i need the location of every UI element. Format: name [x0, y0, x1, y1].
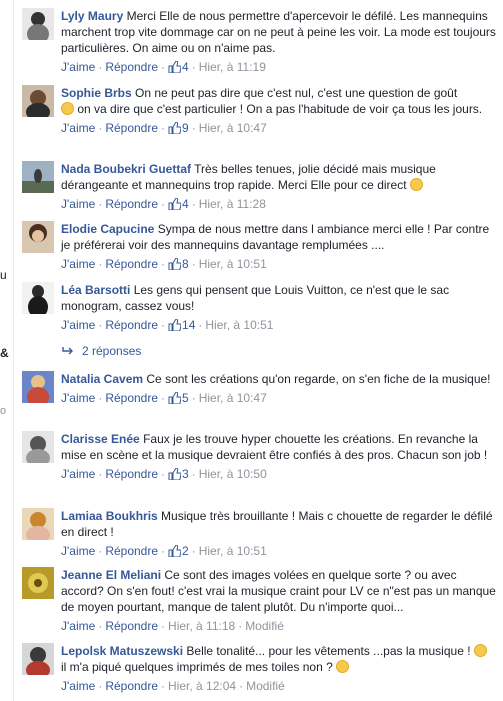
- smiley-emoji-icon: [473, 644, 487, 657]
- reply-link[interactable]: Répondre: [105, 60, 158, 74]
- comment-actions: J'aime · Répondre · 4 · Hier, à 11:28: [61, 197, 266, 211]
- comment-time[interactable]: Hier, à 10:47: [199, 391, 267, 405]
- edited-label[interactable]: Modifié: [245, 619, 284, 633]
- like-count[interactable]: 8: [168, 257, 189, 271]
- comment-time[interactable]: Hier, à 11:28: [199, 197, 266, 211]
- comment-author[interactable]: Lyly Maury: [61, 9, 123, 23]
- edge-fragment: u: [0, 268, 7, 282]
- reply-arrow-icon: [62, 347, 73, 355]
- thumbs-up-icon: [168, 319, 182, 331]
- comment-actions: J'aime · Répondre · 2 · Hier, à 10:51: [61, 544, 267, 558]
- like-link[interactable]: J'aime: [61, 544, 95, 558]
- comment-actions: J'aime · Répondre · 8 · Hier, à 10:51: [61, 257, 267, 271]
- avatar[interactable]: [22, 282, 54, 314]
- comment-time[interactable]: Hier, à 11:19: [199, 60, 266, 74]
- avatar[interactable]: [22, 508, 54, 540]
- thumbs-up-icon: [168, 198, 182, 210]
- comment-time[interactable]: Hier, à 10:47: [199, 121, 267, 135]
- comment-actions: J'aime · Répondre · Hier, à 12:04 · Modifié: [61, 679, 285, 693]
- thumbs-up-icon: [168, 61, 182, 73]
- thumbs-up-icon: [168, 392, 182, 404]
- like-link[interactable]: J'aime: [61, 619, 95, 633]
- comment-actions: J'aime · Répondre · 5 · Hier, à 10:47: [61, 391, 267, 405]
- comment-actions: J'aime · Répondre · 9 · Hier, à 10:47: [61, 121, 267, 135]
- avatar[interactable]: [22, 371, 54, 403]
- edited-label[interactable]: Modifié: [246, 679, 285, 693]
- edge-fragment: &: [0, 346, 9, 360]
- like-link[interactable]: J'aime: [61, 391, 95, 405]
- comment-author[interactable]: Elodie Capucine: [61, 222, 154, 236]
- like-link[interactable]: J'aime: [61, 467, 95, 481]
- like-link[interactable]: J'aime: [61, 60, 95, 74]
- like-count[interactable]: 3: [168, 467, 189, 481]
- comment-author[interactable]: Lamiaa Boukhris: [61, 509, 158, 523]
- comment-time[interactable]: Hier, à 10:50: [199, 467, 267, 481]
- blush-emoji-icon: [336, 660, 350, 673]
- comment-time[interactable]: Hier, à 10:51: [199, 544, 267, 558]
- comment-author[interactable]: Jeanne El Meliani: [61, 568, 161, 582]
- comment-author[interactable]: Sophie Brbs: [61, 86, 132, 100]
- reply-link[interactable]: Répondre: [105, 257, 158, 271]
- avatar[interactable]: [22, 221, 54, 253]
- comment-author[interactable]: Clarisse Enée: [61, 432, 140, 446]
- avatar[interactable]: [22, 643, 54, 675]
- reply-link[interactable]: Répondre: [105, 679, 158, 693]
- like-link[interactable]: J'aime: [61, 197, 95, 211]
- comment-text: Merci Elle de nous permettre d'apercevoi…: [61, 9, 496, 55]
- comment-text: il m'a piqué quelques imprimés de mes to…: [61, 660, 333, 674]
- edge-fragment: o: [0, 405, 7, 417]
- comment-author[interactable]: Nada Boubekri Guettaf: [61, 162, 191, 176]
- comment-text: on va dire que c'est particulier ! On a …: [77, 102, 483, 116]
- like-count[interactable]: 2: [168, 544, 189, 558]
- avatar[interactable]: [22, 431, 54, 463]
- reply-link[interactable]: Répondre: [105, 197, 158, 211]
- thumbs-up-icon: [168, 545, 182, 557]
- comment-text: On ne peut pas dire que c'est nul, c'est…: [135, 86, 458, 100]
- thumbs-up-icon: [168, 258, 182, 270]
- thumbs-up-icon: [168, 122, 182, 134]
- reply-link[interactable]: Répondre: [105, 467, 158, 481]
- like-count[interactable]: 9: [168, 121, 189, 135]
- comment-time[interactable]: Hier, à 10:51: [199, 257, 267, 271]
- avatar[interactable]: [22, 567, 54, 599]
- comment-time[interactable]: Hier, à 11:18: [168, 619, 235, 633]
- thumbs-up-icon: [168, 468, 182, 480]
- like-count[interactable]: 4: [168, 197, 189, 211]
- comment-author[interactable]: Natalia Cavem: [61, 372, 143, 386]
- avatar[interactable]: [22, 161, 54, 193]
- reply-link[interactable]: Répondre: [105, 121, 158, 135]
- like-link[interactable]: J'aime: [61, 257, 95, 271]
- comment-author[interactable]: Lepolsk Matuszewski: [61, 644, 183, 658]
- comment-actions: J'aime · Répondre · 4 · Hier, à 11:19: [61, 60, 266, 74]
- comment-text: Belle tonalité... pour les vêtements ...…: [186, 644, 471, 658]
- like-link[interactable]: J'aime: [61, 318, 95, 332]
- reply-link[interactable]: Répondre: [105, 318, 158, 332]
- comment-time[interactable]: Hier, à 10:51: [205, 318, 273, 332]
- view-replies-link[interactable]: 2 réponses: [62, 343, 141, 359]
- comment-actions: J'aime · Répondre · 3 · Hier, à 10:50: [61, 467, 267, 481]
- comment-actions: J'aime · Répondre · Hier, à 11:18 · Modifié: [61, 619, 284, 633]
- like-count[interactable]: 14: [168, 318, 195, 332]
- comment-actions: J'aime · Répondre · 14 · Hier, à 10:51: [61, 318, 274, 332]
- like-count[interactable]: 5: [168, 391, 189, 405]
- reply-link[interactable]: Répondre: [105, 391, 158, 405]
- reply-link[interactable]: Répondre: [105, 619, 158, 633]
- avatar[interactable]: [22, 8, 54, 40]
- smiley-emoji-icon: [409, 178, 423, 191]
- like-count[interactable]: 4: [168, 60, 189, 74]
- comment-time[interactable]: Hier, à 12:04: [168, 679, 236, 693]
- like-link[interactable]: J'aime: [61, 121, 95, 135]
- avatar[interactable]: [22, 85, 54, 117]
- smiley-emoji-icon: [61, 102, 74, 115]
- reply-link[interactable]: Répondre: [105, 544, 158, 558]
- like-link[interactable]: J'aime: [61, 679, 95, 693]
- comment-text: Ce sont les créations qu'on regarde, on …: [146, 372, 491, 386]
- comment-author[interactable]: Léa Barsotti: [61, 283, 130, 297]
